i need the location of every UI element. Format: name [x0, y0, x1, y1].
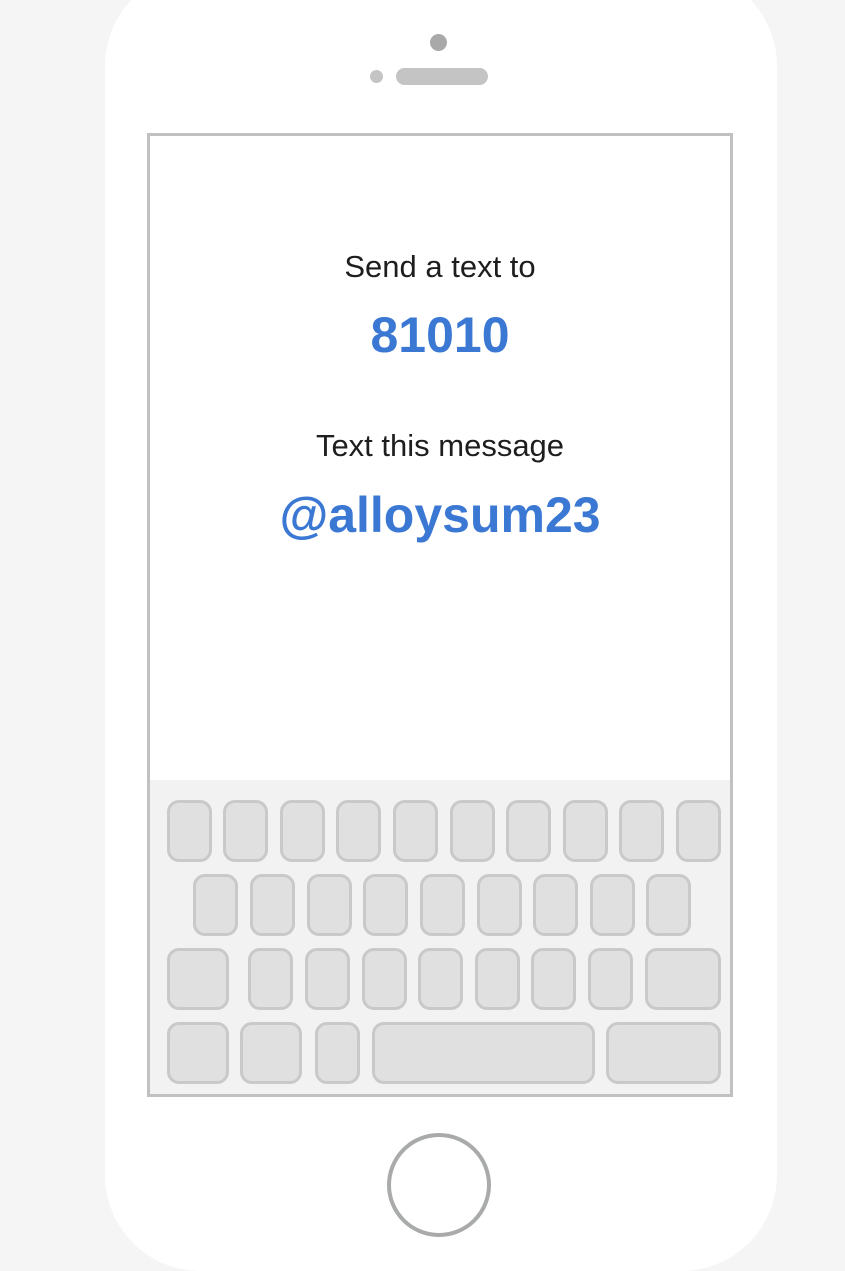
keyboard-key[interactable] [223, 800, 268, 862]
keyboard-key[interactable] [307, 874, 352, 936]
keyboard-key[interactable] [588, 948, 633, 1010]
keyboard-key[interactable] [619, 800, 664, 862]
keyboard-key[interactable] [531, 948, 576, 1010]
keyboard-key[interactable] [305, 948, 350, 1010]
keyboard-key[interactable] [280, 800, 325, 862]
shortcode-number: 81010 [370, 307, 510, 363]
keyboard-key[interactable] [193, 874, 238, 936]
keyboard-key[interactable] [393, 800, 438, 862]
keyboard-key[interactable] [475, 948, 520, 1010]
keyboard-key[interactable] [533, 874, 578, 936]
phone-screen: Send a text to 81010 Text this message @… [147, 133, 733, 1097]
return-key[interactable] [606, 1022, 721, 1084]
keyboard-key[interactable] [336, 800, 381, 862]
mic-key[interactable] [315, 1022, 360, 1084]
front-camera-icon [430, 34, 447, 51]
text-instructions: Send a text to 81010 Text this message @… [150, 136, 730, 776]
message-label: Text this message [315, 428, 565, 463]
space-key[interactable] [372, 1022, 595, 1084]
keyboard-key[interactable] [418, 948, 463, 1010]
numbers-key[interactable] [167, 1022, 229, 1084]
stage: Send a text to 81010 Text this message @… [0, 0, 845, 1271]
send-text-label: Send a text to [344, 249, 536, 284]
keyboard-key[interactable] [450, 800, 495, 862]
home-button-icon[interactable] [387, 1133, 491, 1237]
emoji-key[interactable] [240, 1022, 302, 1084]
keyboard-key[interactable] [167, 800, 212, 862]
keyboard-key[interactable] [477, 874, 522, 936]
keyboard-key[interactable] [676, 800, 721, 862]
proximity-sensor-icon [370, 70, 383, 83]
keyboard-key[interactable] [362, 948, 407, 1010]
keyboard-key[interactable] [250, 874, 295, 936]
keyboard-key[interactable] [248, 948, 293, 1010]
shift-key[interactable] [167, 948, 229, 1010]
keyboard-key[interactable] [646, 874, 691, 936]
keyboard-key[interactable] [563, 800, 608, 862]
keyboard-key[interactable] [590, 874, 635, 936]
keyboard-key[interactable] [363, 874, 408, 936]
keyboard-key[interactable] [420, 874, 465, 936]
earpiece-speaker-icon [396, 68, 488, 85]
message-keyword: @alloysum23 [279, 487, 601, 543]
backspace-key[interactable] [645, 948, 721, 1010]
keyboard-key[interactable] [506, 800, 551, 862]
keyboard [150, 780, 730, 1094]
